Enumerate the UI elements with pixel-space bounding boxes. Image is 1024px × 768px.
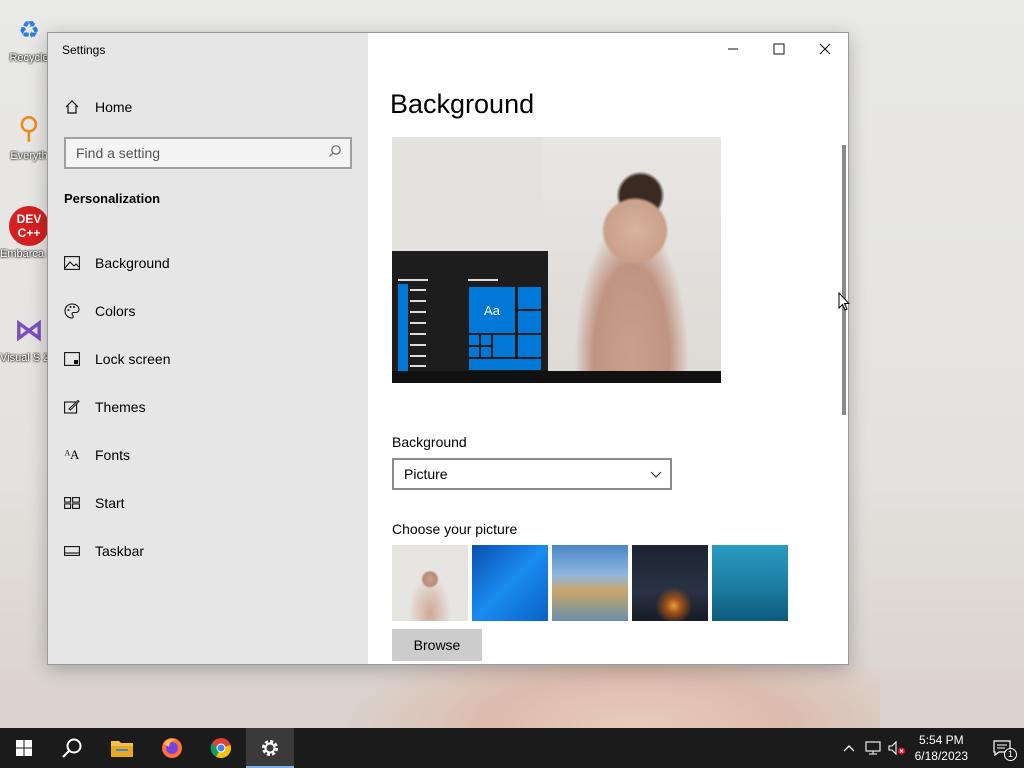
chevron-down-icon [650, 466, 662, 482]
sidebar-item-taskbar[interactable]: Taskbar [48, 527, 368, 575]
picture-icon [64, 255, 80, 271]
search-icon [62, 738, 82, 758]
sidebar-item-background[interactable]: Background [48, 239, 368, 287]
settings-window: Settings Home Personalization Background [47, 32, 849, 665]
sidebar: Settings Home Personalization Background [48, 33, 368, 664]
system-tray: 5:54 PM 6/18/2023 1 [837, 728, 1024, 768]
lock-screen-icon [64, 351, 80, 367]
picture-thumbnail-2[interactable] [472, 545, 548, 621]
content-scrollbar[interactable] [842, 145, 846, 415]
page-title: Background [390, 89, 535, 119]
maximize-button[interactable] [756, 33, 802, 65]
home-link[interactable]: Home [64, 97, 132, 117]
recycle-bin-icon: ♻ [18, 16, 40, 44]
minimize-button[interactable] [710, 33, 756, 65]
sidebar-item-label: Themes [95, 399, 146, 415]
sidebar-item-colors[interactable]: Colors [48, 287, 368, 335]
picture-thumbnails [392, 545, 788, 621]
preview-photo [542, 137, 721, 371]
section-title: Personalization [64, 191, 161, 206]
sidebar-item-fonts[interactable]: ᴬA Fonts [48, 431, 368, 479]
start-icon [64, 495, 80, 511]
picture-thumbnail-5[interactable] [712, 545, 788, 621]
visual-studio-icon: ⋈ [14, 313, 44, 347]
firefox-button[interactable] [148, 728, 196, 768]
picture-thumbnail-3[interactable] [552, 545, 628, 621]
home-label: Home [95, 99, 133, 115]
search-taskbar-button[interactable] [48, 728, 96, 768]
themes-icon [64, 399, 80, 415]
chrome-icon [210, 738, 231, 759]
sidebar-item-label: Start [95, 495, 125, 511]
clock-time: 5:54 PM [918, 733, 964, 747]
close-button[interactable] [802, 33, 848, 65]
background-preview: Aa [392, 137, 721, 383]
sidebar-item-label: Fonts [95, 447, 131, 463]
background-type-value: Picture [404, 466, 448, 482]
sidebar-item-label: Background [95, 255, 170, 271]
background-label: Background [392, 434, 467, 450]
picture-thumbnail-4[interactable] [632, 545, 708, 621]
windows-logo-icon [16, 740, 32, 756]
clock-date: 6/18/2023 [914, 749, 968, 763]
main-content: Background Aa Background Picture Choose … [368, 33, 848, 664]
sidebar-item-label: Lock screen [95, 351, 171, 367]
start-button[interactable] [0, 728, 48, 768]
gear-icon [262, 740, 278, 756]
window-title: Settings [62, 43, 106, 57]
volume-muted-icon[interactable] [885, 728, 909, 768]
clock[interactable]: 5:54 PM 6/18/2023 [915, 732, 968, 764]
window-controls [710, 33, 848, 65]
taskbar-icon [64, 543, 80, 559]
sidebar-item-label: Colors [95, 303, 136, 319]
devcpp-icon: DEV C++ [9, 206, 49, 246]
palette-icon [64, 303, 80, 319]
background-type-select[interactable]: Picture [392, 458, 672, 490]
notification-count-badge: 1 [1004, 748, 1017, 761]
taskbar: 5:54 PM 6/18/2023 1 [0, 728, 1024, 768]
home-icon [64, 99, 80, 115]
fonts-icon: ᴬA [64, 447, 80, 462]
firefox-icon [162, 738, 182, 758]
action-center-button[interactable]: 1 [980, 728, 1024, 768]
search-icon[interactable] [328, 144, 342, 163]
choose-picture-label: Choose your picture [392, 521, 518, 537]
settings-taskbar-button[interactable] [246, 728, 294, 768]
everything-icon: ⚲ [18, 111, 40, 145]
folder-icon [111, 741, 133, 757]
sidebar-item-start[interactable]: Start [48, 479, 368, 527]
chrome-button[interactable] [197, 728, 245, 768]
chevron-up-icon[interactable] [837, 728, 861, 768]
mouse-cursor-icon [838, 291, 851, 317]
preview-taskbar [392, 371, 721, 383]
browse-button[interactable]: Browse [392, 629, 482, 661]
sidebar-item-themes[interactable]: Themes [48, 383, 368, 431]
sidebar-item-lock-screen[interactable]: Lock screen [48, 335, 368, 383]
search-input[interactable] [76, 145, 328, 161]
nav-list: Background Colors Lock screen Themes ᴬA … [48, 239, 368, 575]
picture-thumbnail-1[interactable] [392, 545, 468, 621]
file-explorer-button[interactable] [98, 728, 146, 768]
network-icon[interactable] [861, 728, 885, 768]
preview-sample-text: Aa [484, 302, 500, 318]
search-box[interactable] [64, 137, 352, 169]
sidebar-item-label: Taskbar [95, 543, 145, 559]
